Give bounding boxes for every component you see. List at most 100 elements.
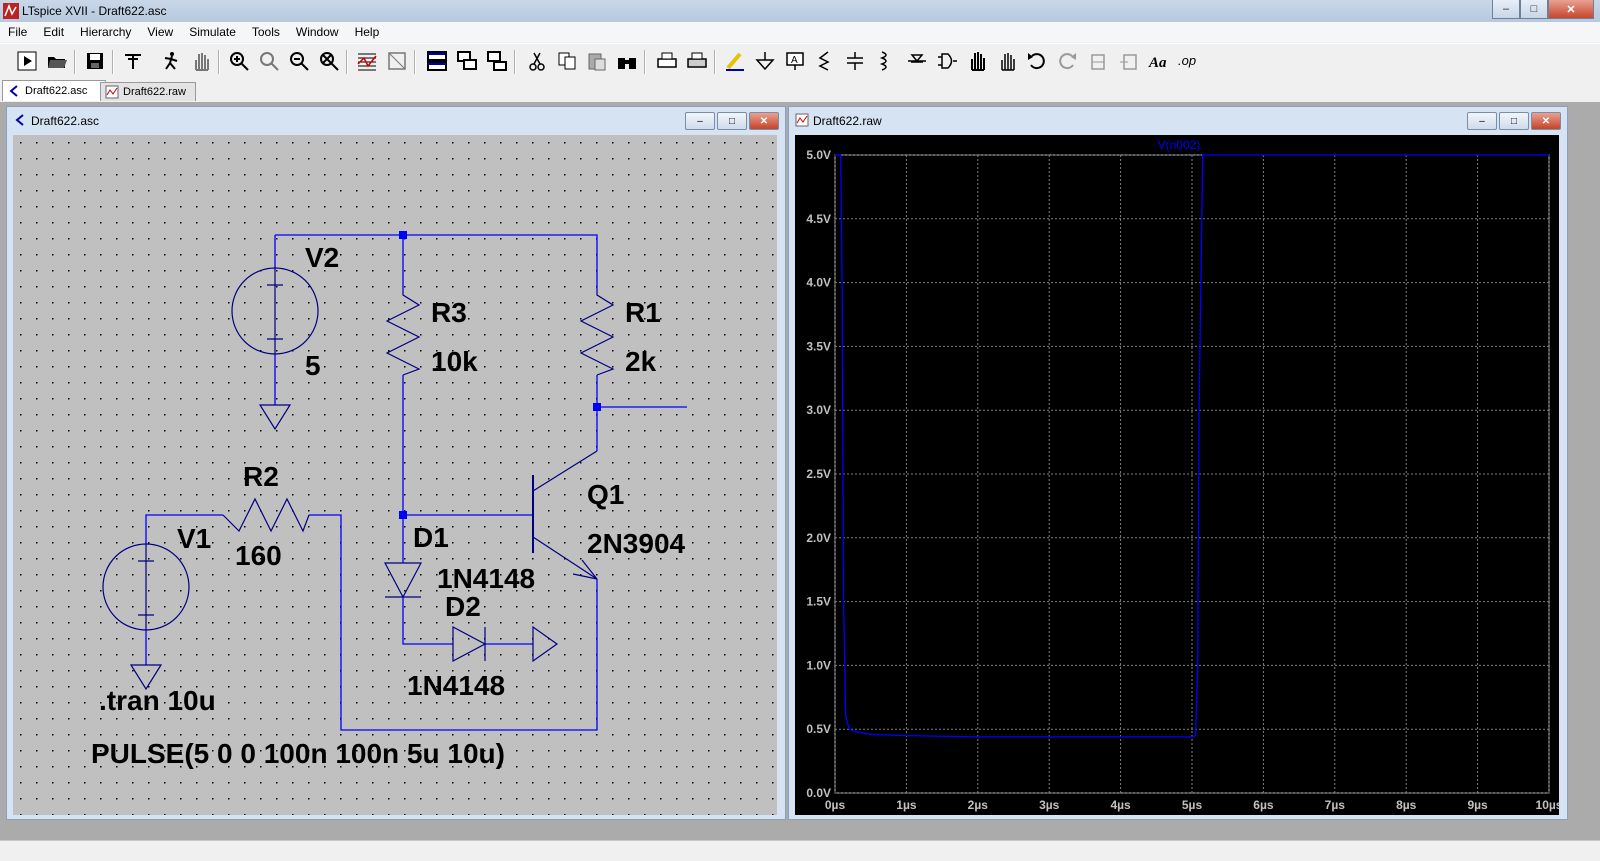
find-icon[interactable]: [614, 48, 640, 74]
y-tick-label: 2.0V: [806, 531, 831, 545]
waveform-window: Draft622.raw ‒ □ ✕ 0µs 1µs 2µs 3µs 4µs 5µs 6µs…: [788, 106, 1568, 820]
drag-icon[interactable]: [994, 48, 1020, 74]
trace-legend-label[interactable]: V(n002): [1158, 138, 1201, 152]
zoom-cancel-icon[interactable]: [316, 48, 342, 74]
waveform-plot-pane[interactable]: 0µs 1µs 2µs 3µs 4µs 5µs 6µs 7µs 8µs 9µs 10µs 0.0V 0.…: [795, 135, 1559, 815]
redo-icon[interactable]: [1054, 48, 1080, 74]
tab-draft622-asc[interactable]: Draft622.asc: [2, 80, 106, 101]
paste-icon[interactable]: [584, 48, 610, 74]
r2-value-label: 160: [235, 540, 282, 571]
tab-draft622-raw[interactable]: Draft622.raw: [100, 82, 196, 101]
control-panel-icon[interactable]: [120, 48, 146, 74]
mirror-icon[interactable]: [1116, 48, 1142, 74]
schematic-drawing: V2 5 R3 10k R1 2k R2 160 V1 Q1 2N3904 D1…: [13, 135, 777, 815]
schematic-maximize-button[interactable]: □: [717, 112, 747, 130]
zoom-to-fit-icon[interactable]: [256, 48, 282, 74]
menu-simulate[interactable]: Simulate: [181, 25, 244, 39]
tile-icon[interactable]: [484, 48, 510, 74]
plot-icon[interactable]: [354, 48, 380, 74]
document-tab-bar: Draft622.asc Draft622.raw: [0, 80, 1600, 102]
r1-name-label: R1: [625, 297, 661, 328]
v2-value-label: 5: [305, 350, 321, 381]
d1-value-label: 1N4148: [437, 563, 535, 594]
x-tick-label: 0µs: [825, 798, 846, 812]
x-tick-label: 4µs: [1110, 798, 1131, 812]
spice-directive-glyph: .op: [1178, 53, 1196, 68]
close-button[interactable]: ✕: [1548, 0, 1594, 19]
maximize-button[interactable]: □: [1520, 0, 1548, 19]
schematic-canvas[interactable]: V2 5 R3 10k R1 2k R2 160 V1 Q1 2N3904 D1…: [13, 135, 777, 815]
y-tick-label: 4.5V: [806, 212, 831, 226]
x-tick-label: 6µs: [1253, 798, 1274, 812]
copy-icon[interactable]: [554, 48, 580, 74]
x-tick-label: 8µs: [1396, 798, 1417, 812]
schematic-close-button[interactable]: ✕: [749, 112, 779, 130]
resistor-icon[interactable]: [812, 48, 838, 74]
waveform-window-title: Draft622.raw: [813, 114, 882, 128]
spice-directive-icon[interactable]: .op: [1176, 48, 1202, 74]
schematic-window: Draft622.asc ‒ □ ✕ V2 5 R3 10k R1 2k R2 …: [6, 106, 786, 820]
run-icon[interactable]: [14, 48, 40, 74]
plot-settings-icon[interactable]: [384, 48, 410, 74]
diode-icon[interactable]: [904, 48, 930, 74]
zoom-out-icon[interactable]: [286, 48, 312, 74]
capacitor-icon[interactable]: [842, 48, 868, 74]
draw-wire-icon[interactable]: [722, 48, 748, 74]
print-preview-icon[interactable]: [684, 48, 710, 74]
menu-view[interactable]: View: [139, 25, 181, 39]
print-icon[interactable]: [654, 48, 680, 74]
cascade-icon[interactable]: [454, 48, 480, 74]
d2-name-label: D2: [445, 591, 481, 622]
pan-icon[interactable]: [188, 48, 214, 74]
menu-hierarchy[interactable]: Hierarchy: [72, 25, 139, 39]
y-tick-label: 3.0V: [806, 403, 831, 417]
tile-horizontal-icon[interactable]: [424, 48, 450, 74]
ground-icon[interactable]: [752, 48, 778, 74]
schematic-window-titlebar[interactable]: Draft622.asc ‒ □ ✕: [7, 107, 785, 133]
move-icon[interactable]: [964, 48, 990, 74]
waveform-window-titlebar[interactable]: Draft622.raw ‒ □ ✕: [789, 107, 1567, 133]
waveform-icon: [105, 85, 119, 99]
inductor-icon[interactable]: [872, 48, 898, 74]
status-bar: [0, 840, 1600, 861]
rotate-icon[interactable]: [1086, 48, 1112, 74]
waveform-maximize-button[interactable]: □: [1499, 112, 1529, 130]
schematic-icon: [15, 114, 24, 126]
v1-name-label: V1: [177, 523, 211, 554]
waveform-minimize-button[interactable]: ‒: [1467, 112, 1497, 130]
q1-value-label: 2N3904: [587, 528, 686, 559]
schematic-minimize-button[interactable]: ‒: [685, 112, 715, 130]
waveform-close-button[interactable]: ✕: [1531, 112, 1561, 130]
v2-name-label: V2: [305, 242, 339, 273]
menu-window[interactable]: Window: [288, 25, 347, 39]
open-icon[interactable]: [44, 48, 70, 74]
r1-value-label: 2k: [625, 346, 657, 377]
y-tick-label: 1.0V: [806, 658, 831, 672]
label-net-icon[interactable]: A: [782, 48, 808, 74]
undo-icon[interactable]: [1024, 48, 1050, 74]
junction-dot: [399, 511, 407, 519]
toolbar: A Aa .op: [0, 43, 1600, 81]
halt-icon[interactable]: [158, 48, 184, 74]
menu-help[interactable]: Help: [347, 25, 388, 39]
save-icon[interactable]: [82, 48, 108, 74]
schematic-window-title: Draft622.asc: [31, 114, 100, 128]
x-tick-label: 5µs: [1182, 798, 1203, 812]
menu-bar: File Edit Hierarchy View Simulate Tools …: [0, 22, 1600, 42]
menu-edit[interactable]: Edit: [35, 25, 72, 39]
menu-file[interactable]: File: [0, 25, 35, 39]
d1-name-label: D1: [413, 522, 449, 553]
component-icon[interactable]: [934, 48, 960, 74]
x-tick-label: 2µs: [968, 798, 989, 812]
menu-tools[interactable]: Tools: [244, 25, 288, 39]
x-tick-label: 3µs: [1039, 798, 1060, 812]
minimize-button[interactable]: ‒: [1492, 0, 1520, 19]
zoom-in-icon[interactable]: [226, 48, 252, 74]
x-tick-label: 10µs: [1536, 798, 1559, 812]
cut-icon[interactable]: [524, 48, 550, 74]
x-tick-label: 9µs: [1467, 798, 1488, 812]
text-icon[interactable]: Aa: [1146, 48, 1172, 74]
title-bar: LTspice XVII - Draft622.asc ‒ □ ✕: [0, 0, 1600, 23]
schematic-icon: [9, 85, 18, 97]
junction-dot: [593, 403, 601, 411]
